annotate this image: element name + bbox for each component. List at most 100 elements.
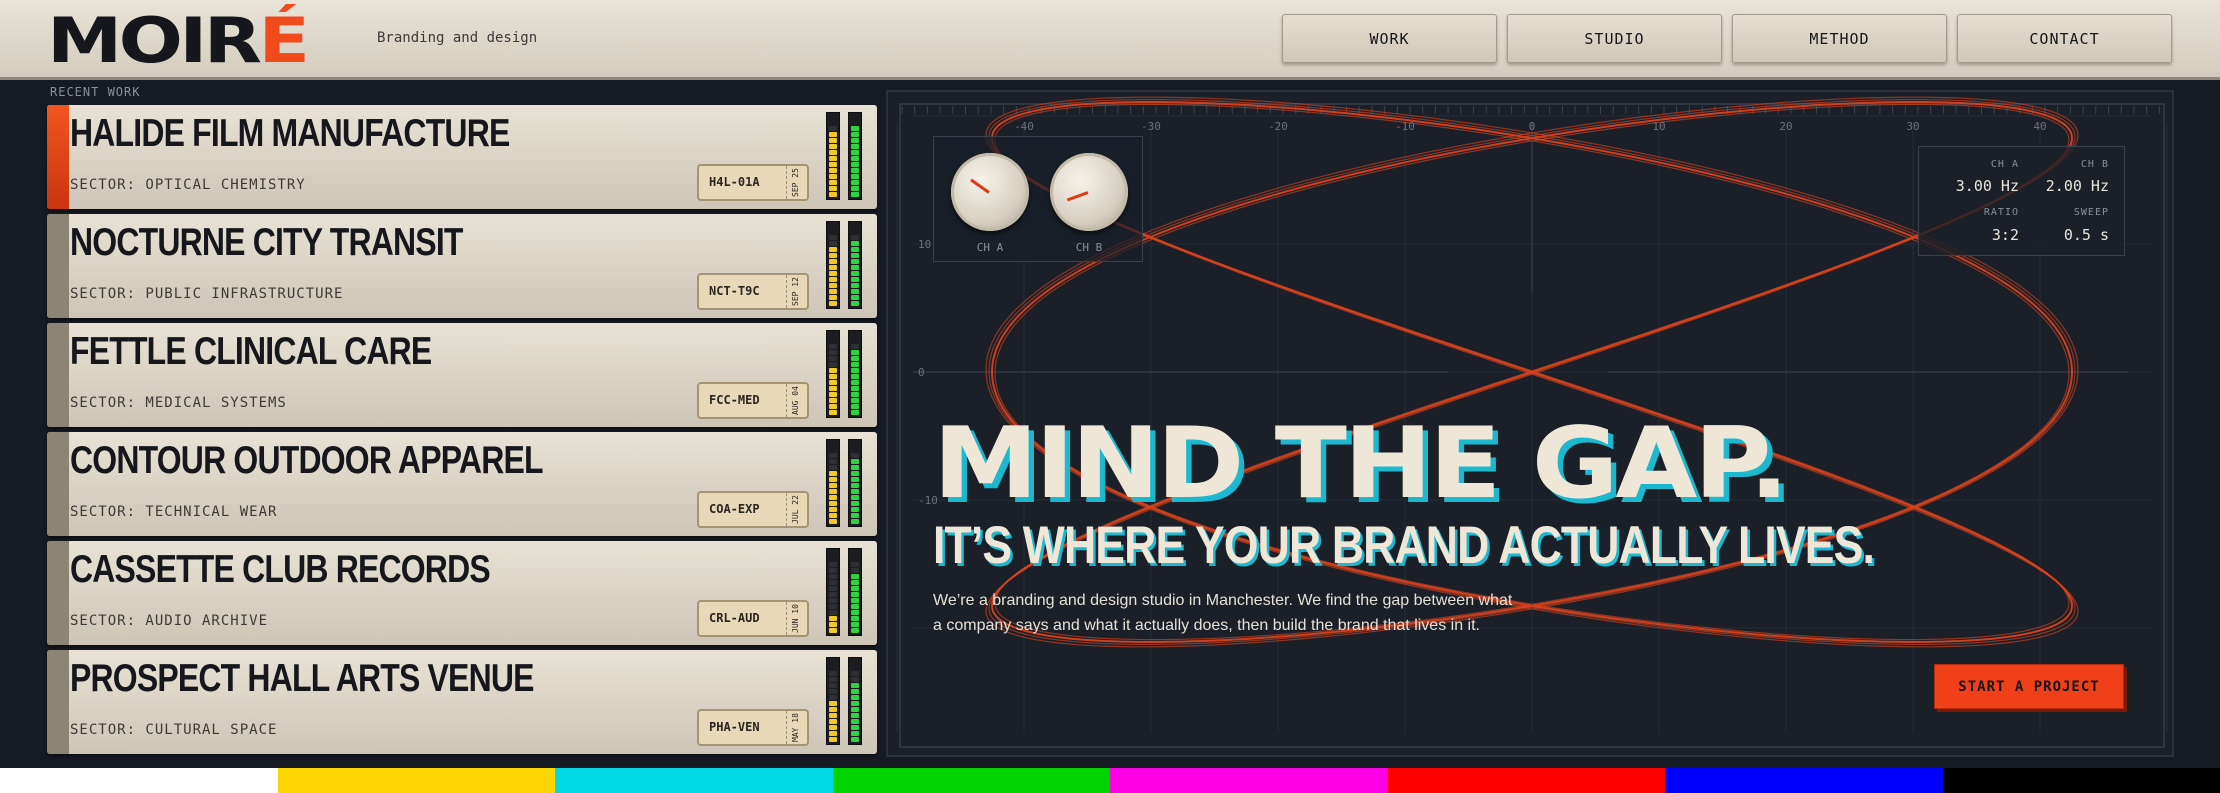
project-code: NCT-T9C	[709, 284, 760, 298]
nav-studio-button[interactable]: STUDIO	[1507, 14, 1722, 63]
ch-b-value: 2.00 Hz	[2045, 177, 2109, 195]
meter-segment	[851, 362, 859, 367]
project-sector: SECTOR: CULTURAL SPACE	[70, 722, 278, 738]
project-date: JUN 10	[791, 604, 800, 634]
meter-segment	[829, 362, 837, 367]
meter-segment	[829, 465, 837, 470]
meter-segment	[851, 410, 859, 415]
meter-segment	[829, 580, 837, 585]
nav-work-button[interactable]: WORK	[1282, 14, 1497, 63]
meter-segment	[829, 156, 837, 161]
meter-segment	[829, 350, 837, 355]
project-card[interactable]: CASSETTE CLUB RECORDS SECTOR: AUDIO ARCHI…	[47, 541, 877, 645]
x-tick-label: 10	[1652, 120, 1665, 133]
color-test-bars	[0, 768, 2220, 793]
y-tick-label: 10	[918, 238, 931, 251]
level-meter-a	[826, 657, 840, 745]
meter-segment	[829, 289, 837, 294]
meter-segment	[851, 350, 859, 355]
ch-a-value: 3.00 Hz	[1955, 177, 2019, 195]
project-card[interactable]: HALIDE FILM MANUFACTURE SECTOR: OPTICAL C…	[47, 105, 877, 209]
meter-segment	[829, 592, 837, 597]
site-header: MOIRÉ Branding and design WORK STUDIO ME…	[0, 0, 2220, 80]
meter-segment	[829, 301, 837, 306]
meter-segment	[829, 271, 837, 276]
start-project-button[interactable]: START A PROJECT	[1934, 664, 2124, 709]
meter-segment	[829, 392, 837, 397]
meter-segment	[851, 162, 859, 167]
meter-segment	[851, 374, 859, 379]
meter-segment	[851, 138, 859, 143]
nav-method-button[interactable]: METHOD	[1732, 14, 1947, 63]
meter-segment	[851, 404, 859, 409]
meter-segment	[851, 622, 859, 627]
meter-segment	[829, 374, 837, 379]
nav-contact-button[interactable]: CONTACT	[1957, 14, 2172, 63]
meter-segment	[851, 562, 859, 567]
meter-segment	[851, 725, 859, 730]
meter-segment	[851, 719, 859, 724]
meter-segment	[829, 622, 837, 627]
knob-a-label: CH A	[976, 241, 1004, 254]
meter-segment	[829, 174, 837, 179]
meter-segment	[851, 586, 859, 591]
project-sector: SECTOR: AUDIO ARCHIVE	[70, 613, 269, 629]
meter-segment	[829, 507, 837, 512]
channel-b-knob[interactable]	[1050, 153, 1128, 231]
project-name: CONTOUR OUTDOOR APPAREL	[70, 439, 544, 482]
level-meter-a	[826, 221, 840, 309]
meter-segment	[851, 283, 859, 288]
project-tape-label: CRL-AUD JUN 10	[697, 600, 809, 637]
frequency-readout: CH A CH B 3.00 Hz 2.00 Hz RATIO SWEEP 3:…	[1918, 146, 2125, 256]
project-tape-label: NCT-T9C SEP 12	[697, 273, 809, 310]
x-tick-label: 40	[2033, 120, 2046, 133]
meter-segment	[851, 295, 859, 300]
project-name: PROSPECT HALL ARTS VENUE	[70, 657, 534, 700]
meter-segment	[829, 356, 837, 361]
meter-segment	[851, 737, 859, 742]
project-stripe	[47, 214, 69, 318]
meter-segment	[851, 168, 859, 173]
hero-description: We’re a branding and design studio in Ma…	[933, 588, 1553, 638]
project-card[interactable]: CONTOUR OUTDOOR APPAREL SECTOR: TECHNICAL…	[47, 432, 877, 536]
meter-segment	[829, 598, 837, 603]
meter-segment	[829, 265, 837, 270]
ch-b-label: CH B	[2080, 159, 2109, 170]
meter-segment	[851, 368, 859, 373]
meter-segment	[851, 471, 859, 476]
project-card[interactable]: FETTLE CLINICAL CARE SECTOR: MEDICAL SYST…	[47, 323, 877, 427]
meter-segment	[851, 289, 859, 294]
meter-segment	[851, 150, 859, 155]
meter-segment	[851, 683, 859, 688]
meter-segment	[851, 265, 859, 270]
meter-segment	[829, 719, 837, 724]
project-code: CRL-AUD	[709, 611, 760, 625]
meter-segment	[829, 410, 837, 415]
x-tick-label: 30	[1906, 120, 1919, 133]
meter-segment	[851, 144, 859, 149]
meter-segment	[851, 598, 859, 603]
meter-segment	[829, 453, 837, 458]
meter-segment	[851, 174, 859, 179]
meter-segment	[851, 616, 859, 621]
meter-segment	[829, 277, 837, 282]
meter-segment	[851, 489, 859, 494]
meter-segment	[851, 253, 859, 258]
meter-segment	[851, 495, 859, 500]
sweep-label: SWEEP	[2073, 207, 2109, 218]
meter-segment	[851, 568, 859, 573]
meter-segment	[851, 398, 859, 403]
meter-segment	[851, 731, 859, 736]
channel-a-knob[interactable]	[951, 153, 1029, 231]
meter-segment	[851, 186, 859, 191]
project-card[interactable]: NOCTURNE CITY TRANSIT SECTOR: PUBLIC INFR…	[47, 214, 877, 318]
meter-segment	[851, 241, 859, 246]
meter-segment	[829, 138, 837, 143]
level-meter-b	[848, 657, 862, 745]
meter-segment	[829, 604, 837, 609]
project-card[interactable]: PROSPECT HALL ARTS VENUE SECTOR: CULTURAL…	[47, 650, 877, 754]
project-date: AUG 04	[791, 386, 800, 416]
logo[interactable]: MOIRÉ	[47, 6, 310, 76]
project-tape-label: PHA-VEN MAY 18	[697, 709, 809, 746]
project-code: H4L-01A	[709, 175, 760, 189]
